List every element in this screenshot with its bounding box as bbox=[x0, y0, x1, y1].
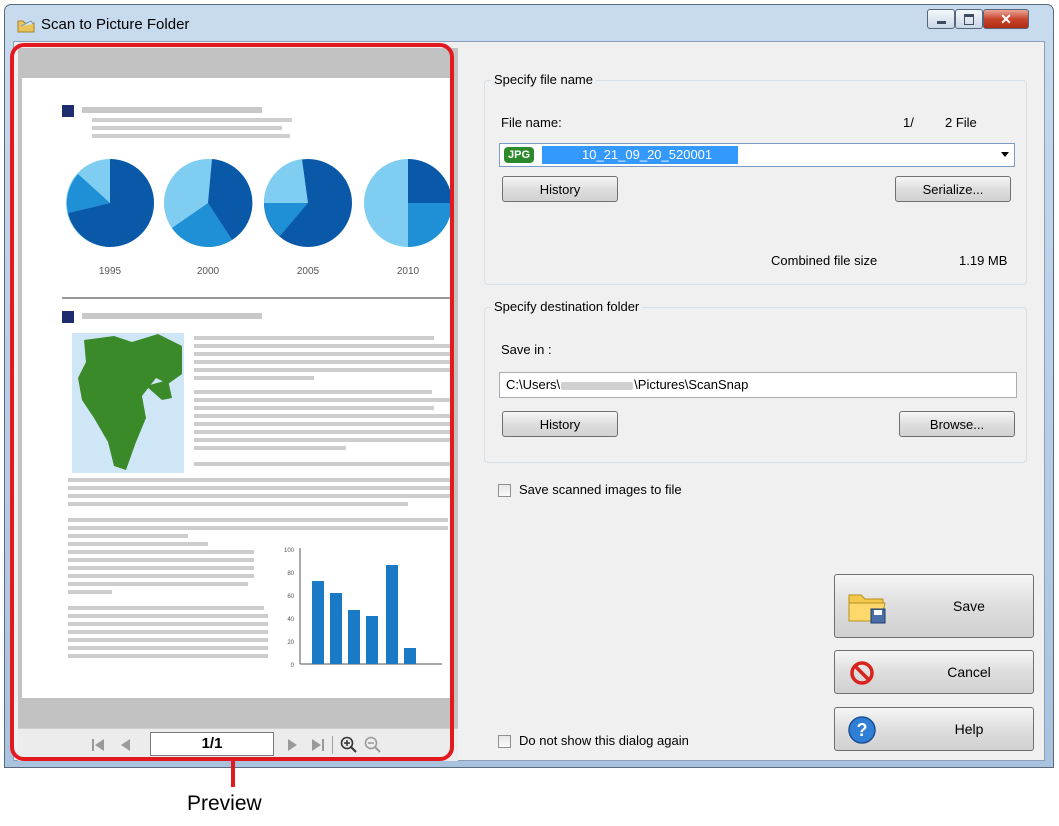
window-title: Scan to Picture Folder bbox=[41, 16, 190, 33]
combined-file-size-label: Combined file size bbox=[771, 253, 878, 268]
group-title: Specify destination folder bbox=[491, 299, 643, 314]
callout-line bbox=[231, 761, 235, 787]
cancel-icon bbox=[850, 661, 874, 685]
save-scanned-images-label: Save scanned images to file bbox=[519, 482, 682, 497]
do-not-show-again-checkbox[interactable] bbox=[498, 735, 511, 748]
preview-callout-label: Preview bbox=[187, 792, 262, 815]
save-button-label: Save bbox=[953, 598, 985, 614]
file-total: 2 File bbox=[945, 115, 977, 130]
jpg-icon: JPG bbox=[504, 147, 535, 163]
minimize-button[interactable] bbox=[927, 9, 955, 29]
save-in-label: Save in : bbox=[501, 342, 552, 357]
file-name-combo[interactable]: JPG 10_21_09_20_520001 bbox=[499, 143, 1015, 167]
browse-button[interactable]: Browse... bbox=[899, 411, 1015, 437]
file-name-value: 10_21_09_20_520001 bbox=[582, 147, 713, 162]
maximize-icon bbox=[964, 13, 974, 25]
cancel-button[interactable]: Cancel bbox=[834, 650, 1034, 694]
combined-file-size-value: 1.19 MB bbox=[959, 253, 1008, 268]
destination-folder-group: Specify destination folder Save in : C:\… bbox=[484, 299, 1027, 463]
help-icon: ? bbox=[848, 716, 876, 744]
cancel-button-label: Cancel bbox=[947, 664, 991, 680]
path-prefix: C:\Users\ bbox=[506, 377, 561, 392]
close-icon: ✕ bbox=[1000, 11, 1012, 27]
folder-icon bbox=[17, 20, 35, 33]
preview-highlight-frame bbox=[10, 43, 454, 761]
redacted-username bbox=[561, 381, 634, 390]
save-scanned-images-checkbox[interactable] bbox=[498, 484, 511, 497]
save-button[interactable]: Save bbox=[834, 574, 1034, 638]
file-name-group: Specify file name File name: 1/ 2 File J… bbox=[484, 72, 1027, 285]
file-name-label: File name: bbox=[501, 115, 562, 130]
close-button[interactable]: ✕ bbox=[983, 9, 1029, 29]
title-bar: Scan to Picture Folder ✕ bbox=[5, 5, 1053, 41]
maximize-button[interactable] bbox=[955, 9, 983, 29]
file-counter: 1/ bbox=[903, 115, 914, 130]
help-button[interactable]: ? Help bbox=[834, 707, 1034, 751]
history-button[interactable]: History bbox=[502, 176, 618, 202]
serialize-button[interactable]: Serialize... bbox=[895, 176, 1011, 202]
dropdown-arrow-icon bbox=[1001, 152, 1009, 157]
svg-text:?: ? bbox=[857, 720, 868, 740]
save-in-path-field[interactable]: C:\Users\ \Pictures\ScanSnap bbox=[499, 372, 1017, 398]
group-title: Specify file name bbox=[491, 72, 596, 87]
help-button-label: Help bbox=[954, 721, 984, 737]
do-not-show-again-label: Do not show this dialog again bbox=[519, 733, 689, 748]
save-folder-icon bbox=[848, 594, 886, 624]
path-suffix: \Pictures\ScanSnap bbox=[634, 377, 749, 392]
minimize-icon bbox=[936, 21, 946, 24]
history-button[interactable]: History bbox=[502, 411, 618, 437]
